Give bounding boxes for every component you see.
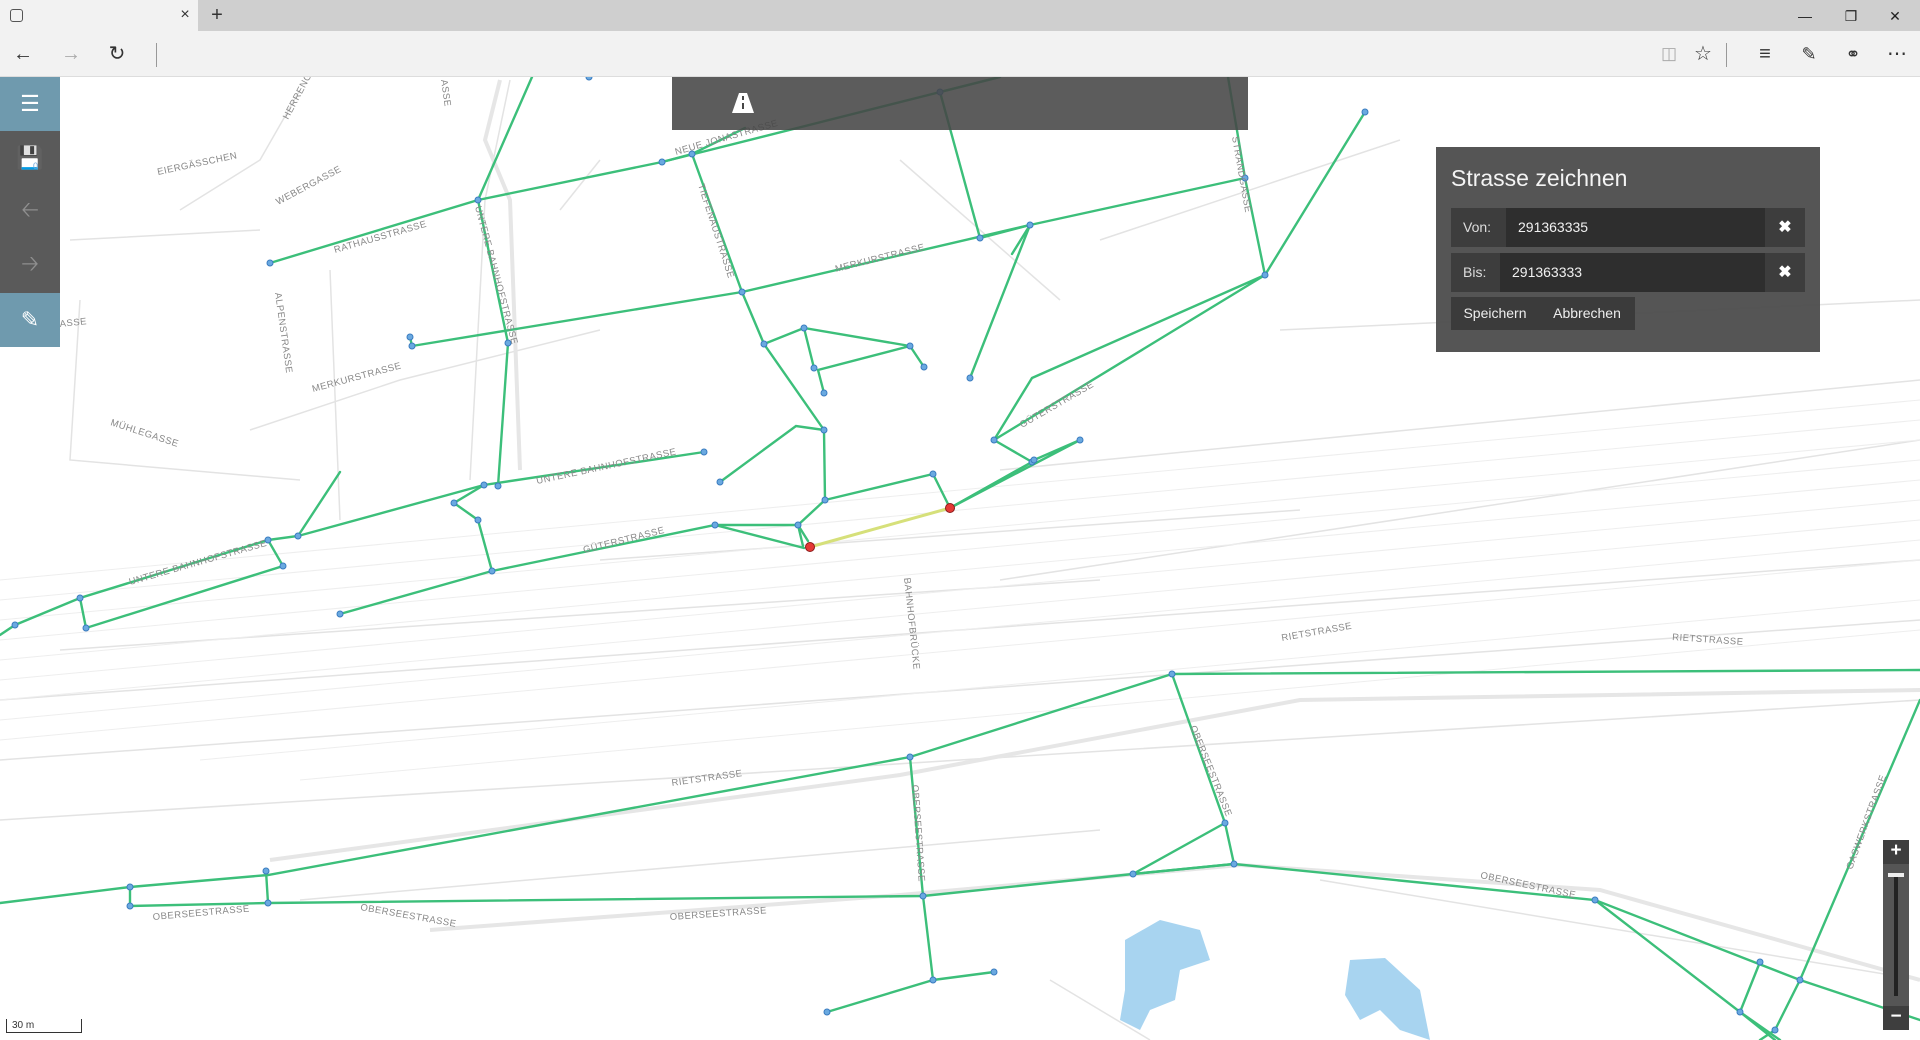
lake-area: [1120, 920, 1210, 1030]
from-node-input[interactable]: 291363335: [1506, 208, 1765, 247]
map-label: OBERSEESTRASSE: [909, 784, 927, 882]
hub-icon[interactable]: ≡: [1752, 41, 1778, 67]
map-label: ALPENSTRASSE: [272, 292, 294, 374]
selected-end-node: [945, 503, 955, 513]
map-label: ASSE: [59, 316, 87, 330]
to-node-input[interactable]: 291363333: [1500, 253, 1765, 292]
new-segment-line: [809, 506, 951, 549]
map-label: OBERSEESTRASSE: [1187, 724, 1234, 818]
address-divider: [156, 43, 157, 67]
restore-icon[interactable]: ❐: [1836, 5, 1866, 27]
panel-title: Strasse zeichnen: [1451, 165, 1628, 191]
browser-tab[interactable]: ×: [0, 0, 198, 31]
left-toolbar: ☰ 💾 0 🡠 🡢 ✎: [0, 77, 60, 347]
from-label: Von:: [1451, 208, 1506, 247]
more-icon[interactable]: ⋯: [1884, 41, 1910, 67]
map-label: GÜTERSTRASSE: [582, 525, 666, 556]
map-label: RATHAUSSTRASSE: [333, 219, 428, 256]
map-label: EIERGÄSSCHEN: [156, 150, 238, 178]
zoom-out-button[interactable]: −: [1883, 1006, 1909, 1030]
from-field-row: Von: 291363335 ✖: [1451, 208, 1805, 247]
railway-lines: [0, 399, 1920, 781]
map-label: UNTERE BAHNHOFSTRASSE: [535, 446, 677, 486]
clear-from-button[interactable]: ✖: [1765, 208, 1805, 247]
undo-icon: 🡠: [21, 197, 39, 222]
refresh-icon[interactable]: ↻: [104, 41, 130, 67]
tab-close-button[interactable]: ×: [176, 5, 194, 25]
to-label: Bis:: [1451, 253, 1500, 292]
map-label: MÜHLEGASSE: [109, 417, 180, 449]
map-label: MERKURSTRASSE: [834, 242, 926, 275]
map-label: UNTERE BAHNHOFSTRASSE: [128, 538, 268, 588]
redo-icon: 🡢: [21, 251, 39, 276]
save-count-badge: 0: [33, 161, 39, 171]
share-icon[interactable]: ⚭: [1840, 41, 1866, 67]
zoom-in-button[interactable]: +: [1883, 840, 1909, 864]
back-arrow-icon[interactable]: ←: [10, 41, 36, 67]
minimize-icon[interactable]: —: [1790, 5, 1820, 27]
clear-to-button[interactable]: ✖: [1765, 253, 1805, 292]
favorite-star-icon[interactable]: ☆: [1690, 41, 1716, 67]
scale-bar: 30 m: [6, 1019, 82, 1033]
undo-button[interactable]: 🡠: [0, 185, 60, 239]
top-header-bar: [672, 77, 1248, 130]
zoom-rail: [1894, 874, 1898, 996]
menu-button[interactable]: ☰: [0, 77, 60, 131]
toolbar-divider: [1726, 43, 1727, 67]
map-label: OBERSEESTRASSE: [359, 902, 457, 930]
save-icon: 💾: [16, 145, 44, 170]
draw-street-panel: Strasse zeichnen Von: 291363335 ✖ Bis: 2…: [1436, 147, 1820, 352]
reading-view-icon[interactable]: ◫: [1656, 41, 1682, 67]
map-label: STRANDGASSE: [1229, 136, 1253, 214]
zoom-handle[interactable]: [1888, 873, 1904, 877]
save-button[interactable]: 💾 0: [0, 131, 60, 185]
menu-icon: ☰: [20, 91, 40, 116]
map-label: RIETSTRASSE: [1672, 632, 1744, 648]
edit-pencil-icon: ✎: [20, 307, 40, 332]
redo-button[interactable]: 🡢: [0, 239, 60, 293]
forward-arrow-icon[interactable]: →: [58, 41, 84, 67]
map-label: MERKURSTRASSE: [311, 360, 403, 394]
to-field-row: Bis: 291363333 ✖: [1451, 253, 1805, 292]
map-label: BAHNHOFBRÜCKE: [901, 577, 922, 670]
map-label: ASSE: [438, 79, 453, 108]
map-label: WEBERGASSE: [274, 164, 343, 208]
map-label: OBERSEESTRASSE: [669, 905, 767, 923]
map-label: HERRENG: [281, 77, 315, 121]
edit-button[interactable]: ✎: [0, 293, 60, 347]
map-label: RIETSTRASSE: [671, 768, 743, 789]
selected-start-node: [805, 542, 815, 552]
cancel-button[interactable]: Abbrechen: [1539, 297, 1635, 330]
web-note-icon[interactable]: ✎: [1796, 41, 1822, 67]
browser-navigation-bar: ← → ↻ ◫ ☆ ≡ ✎ ⚭ ⋯: [0, 31, 1920, 77]
zoom-control: + −: [1883, 840, 1909, 1030]
map-label: RIETSTRASSE: [1281, 621, 1353, 644]
map-label: TIEFENAUSTRASSE: [695, 183, 736, 280]
map-label: OBERSEESTRASSE: [152, 904, 250, 923]
map-label: GÜTERSTRASSE: [1018, 379, 1096, 430]
tab-page-icon: [10, 9, 23, 22]
close-icon[interactable]: ✕: [1880, 5, 1910, 27]
browser-tab-strip: × + — ❐ ✕: [0, 0, 1920, 31]
zoom-slider[interactable]: [1883, 864, 1909, 1006]
pond-area: [1345, 958, 1430, 1040]
road-icon: [732, 93, 754, 113]
save-street-button[interactable]: Speichern: [1451, 297, 1539, 330]
new-tab-button[interactable]: +: [207, 4, 227, 26]
